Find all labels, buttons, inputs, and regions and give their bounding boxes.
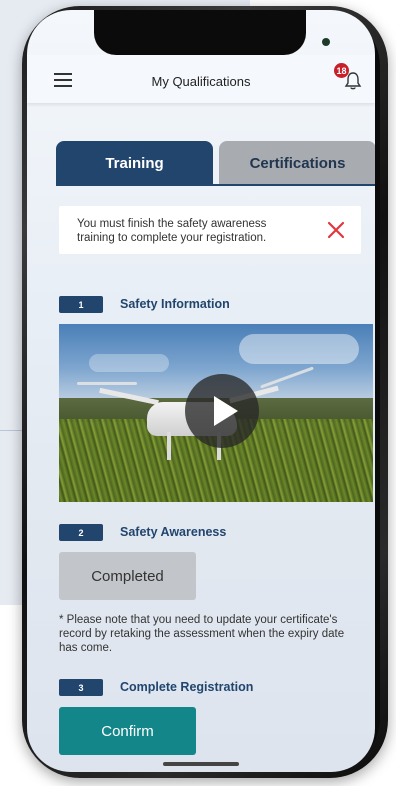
- tab-underline: [56, 184, 375, 186]
- camera-dot: [322, 38, 330, 46]
- phone-notch: [94, 10, 330, 55]
- tab-bar: Training Certifications: [56, 141, 375, 185]
- step-number-2: 2: [59, 524, 103, 541]
- play-icon[interactable]: [185, 374, 259, 448]
- step-label-safety-awareness: Safety Awareness: [120, 525, 227, 539]
- page-title: My Qualifications: [151, 74, 251, 89]
- drone-propeller: [260, 366, 314, 389]
- video-cloud: [89, 354, 169, 372]
- notification-count-badge: 18: [334, 63, 349, 78]
- completed-status: Completed: [59, 552, 196, 600]
- step-label-safety-information: Safety Information: [120, 297, 230, 311]
- step-number-3: 3: [59, 679, 103, 696]
- tab-certifications[interactable]: Certifications: [219, 141, 375, 185]
- app-header: My Qualifications 18: [27, 55, 375, 103]
- drone-leg: [167, 432, 171, 460]
- home-indicator: [163, 762, 239, 766]
- confirm-button[interactable]: Confirm: [59, 707, 196, 755]
- registration-alert: You must finish the safety awareness tra…: [59, 206, 361, 254]
- notification-bell-icon[interactable]: 18: [334, 63, 364, 92]
- close-icon[interactable]: [325, 219, 347, 241]
- expiry-note: * Please note that you need to update yo…: [59, 614, 345, 654]
- drone-propeller: [77, 382, 137, 385]
- tab-training[interactable]: Training: [56, 141, 213, 185]
- video-cloud: [239, 334, 359, 364]
- safety-video[interactable]: [59, 324, 373, 502]
- alert-message: You must finish the safety awareness tra…: [77, 218, 267, 244]
- phone-screen: My Qualifications 18 Training Certificat…: [27, 10, 375, 772]
- step-label-complete-registration: Complete Registration: [120, 680, 254, 694]
- step-number-1: 1: [59, 296, 103, 313]
